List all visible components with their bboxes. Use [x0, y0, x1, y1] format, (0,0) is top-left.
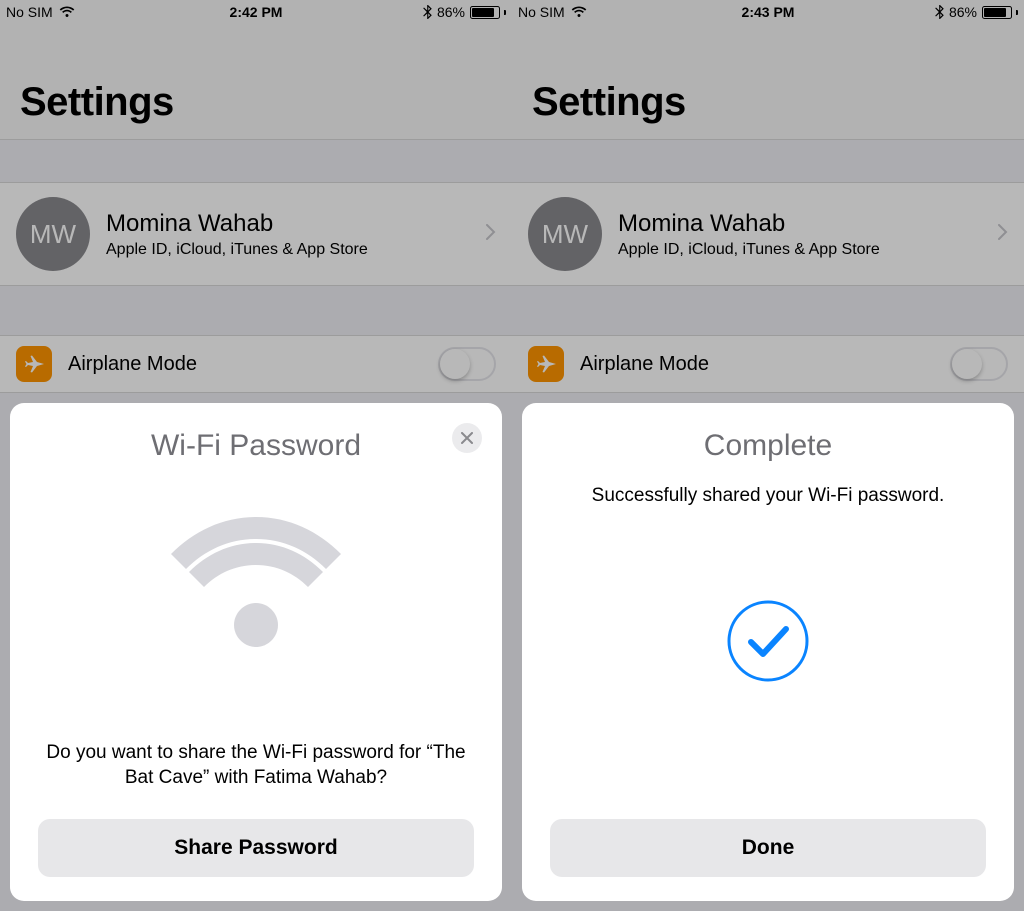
- sheet-title: Complete: [704, 429, 832, 463]
- complete-sheet: Complete Successfully shared your Wi-Fi …: [522, 403, 1014, 901]
- checkmark-icon: [726, 599, 810, 688]
- share-sheet: Wi-Fi Password Do you want to share the …: [10, 403, 502, 901]
- sheet-message: Successfully shared your Wi-Fi password.: [592, 483, 945, 509]
- close-button[interactable]: [452, 423, 482, 453]
- share-password-button[interactable]: Share Password: [38, 819, 474, 877]
- wifi-large-icon: [156, 507, 356, 662]
- sheet-title: Wi-Fi Password: [151, 429, 361, 463]
- done-button[interactable]: Done: [550, 819, 986, 877]
- sheet-prompt: Do you want to share the Wi-Fi password …: [38, 740, 474, 791]
- screen-right: No SIM 2:43 PM 86% Settings MW Momina Wa…: [512, 0, 1024, 911]
- screen-left: No SIM 2:42 PM 86% Settings MW Momina Wa…: [0, 0, 512, 911]
